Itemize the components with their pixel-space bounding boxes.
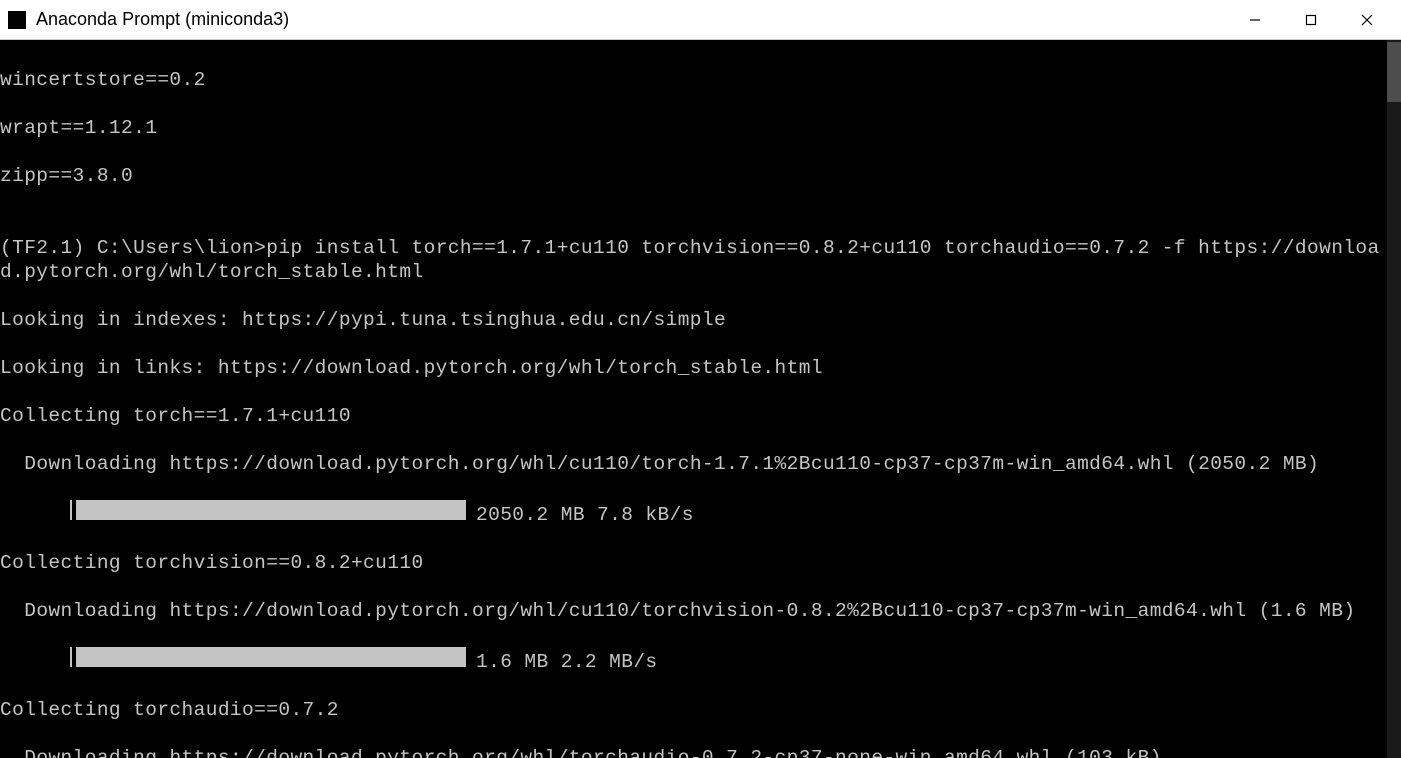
output-line: Downloading https://download.pytorch.org…	[0, 599, 1387, 623]
scrollbar-thumb[interactable]	[1387, 42, 1401, 102]
prompt-env: (TF2.1)	[0, 237, 97, 259]
progress-text: 1.6 MB 2.2 MB/s	[476, 651, 658, 673]
titlebar[interactable]: Anaconda Prompt (miniconda3)	[0, 0, 1401, 40]
progress-bar	[70, 500, 466, 520]
terminal-area[interactable]: wincertstore==0.2 wrapt==1.12.1 zipp==3.…	[0, 40, 1387, 758]
terminal-window: Anaconda Prompt (miniconda3) wincertstor…	[0, 0, 1401, 758]
output-line: Downloading https://download.pytorch.org…	[0, 746, 1387, 758]
minimize-button[interactable]	[1227, 0, 1283, 40]
output-line: wrapt==1.12.1	[0, 116, 1387, 140]
output-line: Downloading https://download.pytorch.org…	[0, 452, 1387, 476]
close-icon	[1361, 14, 1373, 26]
output-line: Collecting torchvision==0.8.2+cu110	[0, 551, 1387, 575]
output-line: zipp==3.8.0	[0, 164, 1387, 188]
progress-row: 1.6 MB 2.2 MB/s	[0, 647, 1387, 674]
output-line: Looking in links: https://download.pytor…	[0, 356, 1387, 380]
output-line: Collecting torch==1.7.1+cu110	[0, 404, 1387, 428]
scrollbar[interactable]	[1387, 40, 1401, 758]
prompt-path: C:\Users\lion>	[97, 237, 266, 259]
progress-row: 2050.2 MB 7.8 kB/s	[0, 500, 1387, 527]
app-icon	[8, 11, 26, 29]
output-line: Looking in indexes: https://pypi.tuna.ts…	[0, 308, 1387, 332]
progress-text: 2050.2 MB 7.8 kB/s	[476, 504, 694, 526]
window-title: Anaconda Prompt (miniconda3)	[36, 9, 289, 30]
output-line: wincertstore==0.2	[0, 68, 1387, 92]
maximize-icon	[1305, 14, 1317, 26]
output-line: Collecting torchaudio==0.7.2	[0, 698, 1387, 722]
close-button[interactable]	[1339, 0, 1395, 40]
command-line: (TF2.1) C:\Users\lion>pip install torch=…	[0, 236, 1387, 284]
minimize-icon	[1249, 14, 1261, 26]
progress-bar	[70, 647, 466, 667]
maximize-button[interactable]	[1283, 0, 1339, 40]
